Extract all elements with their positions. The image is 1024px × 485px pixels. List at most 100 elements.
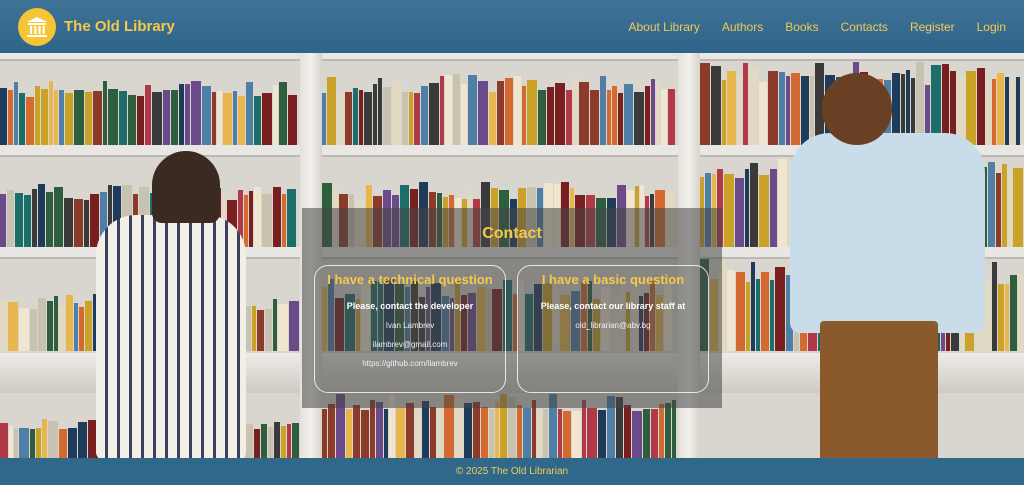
book-spine [273, 85, 278, 145]
basic-question-heading: I have a basic question [541, 272, 685, 287]
book-spine [262, 93, 272, 145]
book-spine [108, 89, 118, 145]
book-spine [988, 162, 996, 247]
book-spine [743, 63, 748, 145]
nav-contacts[interactable]: Contacts [841, 20, 888, 34]
book-spine [32, 189, 37, 247]
book-spine [93, 91, 102, 145]
book-spine [282, 194, 286, 247]
book-spine [759, 82, 767, 145]
book-spine [700, 63, 710, 145]
book-spine [749, 68, 758, 145]
developer-email[interactable]: ilambrev@gmail.com [315, 340, 505, 349]
book-spine [547, 87, 555, 145]
person-right [790, 133, 985, 333]
book-spine [287, 424, 292, 458]
book-spine [8, 426, 13, 458]
nav-books[interactable]: Books [785, 20, 818, 34]
book-spine [998, 284, 1005, 351]
book-spine [791, 73, 800, 145]
book-spine [996, 173, 1002, 247]
book-spine [73, 303, 78, 351]
book-spine [254, 187, 261, 247]
book-spine [103, 81, 107, 145]
book-spine [759, 175, 770, 247]
book-spine [352, 88, 358, 145]
contact-title: Contact [482, 225, 542, 242]
book-spine [543, 409, 548, 458]
nav-about-library[interactable]: About Library [628, 20, 699, 34]
brand-title[interactable]: The Old Library [64, 18, 175, 35]
book-spine [537, 409, 542, 458]
book-spine [273, 187, 281, 247]
book-spine [723, 174, 734, 247]
book-spine [7, 302, 18, 351]
book-spine [322, 93, 326, 145]
book-spine [735, 272, 745, 351]
person-right-hair [822, 73, 892, 145]
book-spine [437, 401, 443, 458]
book-spine [376, 402, 383, 458]
book-spine [384, 409, 388, 458]
book-spine [217, 91, 222, 145]
book-spine [745, 282, 750, 351]
book-spine [414, 93, 421, 145]
person-left-hair [152, 151, 220, 223]
book-spine [572, 79, 578, 145]
book-spine [572, 411, 581, 458]
technical-question-card: I have a technical question Please, cont… [314, 265, 506, 393]
book-spine [145, 85, 151, 145]
book-spine [429, 83, 440, 145]
book-spine [430, 407, 436, 458]
book-spine [606, 90, 611, 145]
book-spine [1018, 274, 1023, 351]
book-spine [1013, 168, 1024, 247]
book-spine [328, 404, 335, 458]
book-spine [406, 403, 414, 458]
book-spine [54, 187, 63, 247]
nav-login[interactable]: Login [977, 20, 1006, 34]
book-spine [440, 76, 444, 145]
book-spine [191, 81, 201, 145]
book-spine [774, 267, 785, 351]
book-spine [421, 86, 429, 145]
book-spine [1002, 164, 1008, 247]
book-spine [473, 402, 480, 458]
book-spine [244, 195, 248, 247]
book-spine [711, 66, 721, 145]
book-spine [0, 423, 8, 458]
staff-email[interactable]: old_librarian@abv.bg [518, 321, 708, 330]
book-spine [532, 400, 536, 458]
nav-authors[interactable]: Authors [722, 20, 763, 34]
developer-name: Ivan Lambrev [385, 321, 435, 330]
book-spine [261, 424, 268, 458]
book-spine [59, 90, 64, 145]
developer-github-link[interactable]: https://github.com/ilambrev [315, 359, 505, 368]
book-spine [656, 83, 661, 145]
book-spine [370, 400, 375, 458]
book-spine [245, 424, 254, 458]
book-spine [402, 92, 409, 145]
nav-register[interactable]: Register [910, 20, 955, 34]
book-spine [288, 95, 297, 145]
book-spine [565, 90, 572, 145]
book-spine [522, 86, 527, 145]
book-spine [64, 198, 73, 247]
book-spine [326, 77, 336, 145]
book-spine [38, 184, 45, 247]
library-building-icon[interactable] [18, 7, 56, 46]
book-spine [977, 68, 985, 145]
book-spine [24, 195, 31, 247]
book-spine [19, 93, 25, 145]
book-spine [185, 84, 190, 145]
book-spine [74, 90, 84, 145]
book-row [322, 73, 676, 145]
book-spine [18, 428, 29, 458]
book-spine [745, 169, 750, 247]
book-spine [651, 409, 658, 458]
person-left [96, 215, 246, 458]
book-spine [238, 96, 245, 145]
book-spine [29, 429, 35, 458]
book-spine [46, 192, 53, 247]
book-spine [35, 86, 40, 145]
